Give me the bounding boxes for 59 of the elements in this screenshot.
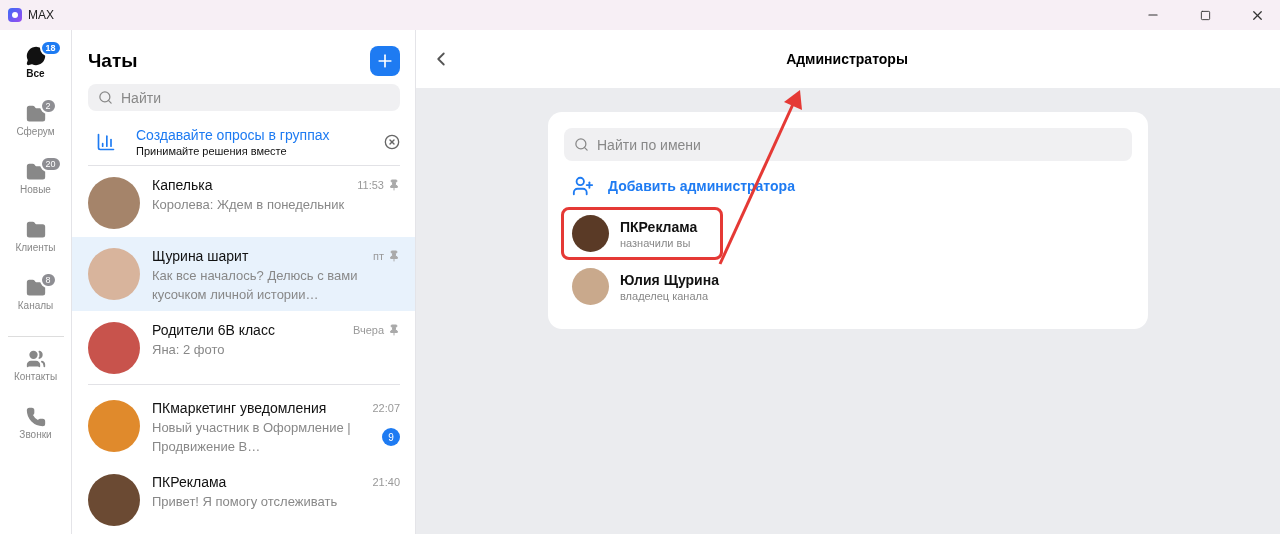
admin-role: владелец канала [620, 289, 710, 302]
chat-time: 11:53 [357, 179, 384, 192]
avatar-placeholder [572, 268, 609, 305]
search-field[interactable]: Найти [88, 84, 400, 112]
sidebar-item[interactable]: Звонки [3, 407, 68, 453]
avatar-placeholder [88, 400, 140, 452]
chat-time: Вчера [352, 324, 384, 337]
page-title: Администраторы [785, 51, 909, 67]
avatar-placeholder [88, 322, 140, 375]
admin-item[interactable]: ПКРеклама назначили вы [564, 210, 720, 257]
count-badge: 18 [39, 40, 62, 56]
chat-name: Капелька [152, 177, 214, 194]
admin-item[interactable]: Юлия Щурина владелец канала [564, 263, 1132, 310]
count-badge: 2 [39, 98, 57, 114]
chat-item[interactable]: Щурина шарит пт Как все началось? Делюсь с вами кусочком личной истории… [72, 237, 415, 312]
sidebar-item[interactable]: Контакты [3, 349, 68, 395]
chat-time: пт [373, 250, 384, 263]
chat-name: Щурина шарит [152, 248, 250, 265]
message-preview: Яна: 2 фото [152, 341, 226, 360]
folder-icon [25, 104, 46, 124]
chat-name: ПКРеклама [152, 474, 228, 490]
avatar-placeholder [88, 248, 140, 301]
count-badge: 20 [39, 156, 62, 172]
sidebar-item[interactable]: Клиенты [3, 220, 68, 266]
admin-name: Юлия Щурина [620, 271, 719, 288]
people-icon [25, 349, 46, 369]
search-icon [574, 137, 589, 152]
add-user-icon [572, 175, 594, 197]
poll-icon [96, 132, 116, 153]
close-icon[interactable] [384, 134, 400, 151]
promo-title: Создавайте опросы в группах [136, 127, 331, 144]
folder-icon [25, 220, 46, 240]
avatar-placeholder [88, 474, 140, 526]
chat-name: ПКмаркетинг уведомления [152, 400, 328, 416]
avatar-placeholder [572, 215, 609, 252]
chat-name: Родители 6В класс [152, 322, 276, 339]
message-preview: Привет! Я помогу отслеживать [152, 493, 339, 511]
chat-bubble-icon [25, 46, 46, 66]
promo-subtitle: Принимайте решения вместе [136, 145, 288, 158]
folder-icon [25, 278, 46, 298]
message-preview: Новый участник в Оформление | Продвижение В… [152, 419, 352, 456]
app-logo-icon [8, 8, 22, 22]
search-field[interactable]: Найти по имени [564, 128, 1132, 161]
phone-icon [25, 407, 46, 427]
search-icon [98, 90, 113, 106]
count-badge: 8 [39, 272, 57, 288]
message-preview: Как все началось? Делюсь с вами кусочком личной истории… [152, 267, 359, 305]
admin-role: назначили вы [620, 236, 692, 249]
chat-time: 21:40 [372, 476, 400, 488]
message-preview: Королева: Ждем в понедельник [152, 196, 346, 215]
unread-badge: 9 [382, 428, 400, 446]
maximize-icon [1199, 9, 1211, 21]
folder-icon [25, 162, 46, 182]
admin-name: ПКРеклама [620, 218, 698, 235]
new-chat-button[interactable] [370, 46, 400, 76]
window-title: MAX [28, 8, 55, 22]
chat-time: 22:07 [372, 402, 400, 414]
panel-title: Чаты [88, 50, 138, 72]
avatar-placeholder [88, 177, 140, 230]
